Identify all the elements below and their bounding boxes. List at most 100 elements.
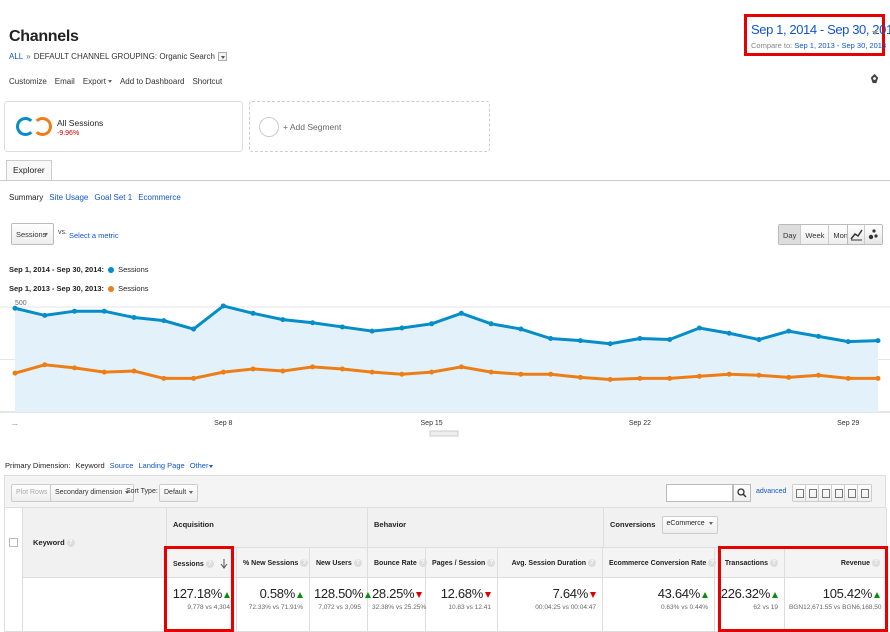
search-icon xyxy=(737,488,747,498)
performance-view-icon[interactable] xyxy=(819,485,832,501)
chevron-down-icon xyxy=(189,490,194,494)
series-current-point xyxy=(72,308,78,314)
sessions-chart[interactable]: 500250...Sep 8Sep 15Sep 22Sep 29 xyxy=(0,297,890,437)
column-header-new-users[interactable]: New Users? xyxy=(310,548,368,578)
trend-down-icon xyxy=(590,591,596,598)
total-comparison-detail: 32.38% vs 25.25% xyxy=(372,604,427,611)
date-range-picker[interactable]: Sep 1, 2014 - Sep 30, 2014 Compare to: S… xyxy=(744,14,890,56)
column-header-bounce-rate[interactable]: Bounce Rate? xyxy=(368,548,427,578)
export-button[interactable]: Export xyxy=(83,77,112,86)
sort-type-dropdown[interactable]: Default xyxy=(159,484,199,502)
total-change-number: 28.25% xyxy=(372,586,415,601)
advanced-filter-link[interactable]: advanced xyxy=(756,488,786,495)
granularity-day-button[interactable]: Day xyxy=(779,225,802,244)
percentage-view-icon[interactable] xyxy=(806,485,819,501)
series-previous-point xyxy=(12,370,18,376)
pivot-view-icon[interactable] xyxy=(858,485,871,501)
column-header-label: Transactions xyxy=(724,559,768,567)
trend-up-icon xyxy=(224,591,230,598)
search-button[interactable] xyxy=(733,484,751,502)
customize-button[interactable]: Customize xyxy=(9,77,47,86)
series-current-point xyxy=(786,328,792,334)
primary-dimension-landing-page[interactable]: Landing Page xyxy=(138,461,184,470)
grouping-dropdown-icon[interactable] xyxy=(217,52,227,61)
column-header-transactions[interactable]: Transactions? xyxy=(715,548,785,578)
column-header-new-sessions-pct[interactable]: % New Sessions? xyxy=(237,548,310,578)
total-comparison-detail: 9,778 vs 4,304 xyxy=(187,604,230,611)
primary-dimension-label: Primary Dimension: xyxy=(5,461,71,470)
help-icon: ? xyxy=(205,560,214,568)
series-current-point xyxy=(696,325,702,331)
metric-dropdown[interactable]: Sessions xyxy=(11,223,54,245)
help-icon: ? xyxy=(872,559,880,567)
breadcrumb-separator: » xyxy=(26,52,31,61)
column-header-avg-session-duration[interactable]: Avg. Session Duration? xyxy=(498,548,603,578)
legend-current-metric: Sessions xyxy=(118,265,149,274)
total-change-number: 12.68% xyxy=(440,586,484,601)
help-icon: ? xyxy=(66,539,75,548)
user-settings-icon[interactable] xyxy=(869,73,880,84)
add-to-dashboard-button[interactable]: Add to Dashboard xyxy=(120,77,185,86)
subtab-site-usage[interactable]: Site Usage xyxy=(49,193,88,202)
series-previous-point xyxy=(488,369,494,375)
subtab-ecommerce[interactable]: Ecommerce xyxy=(138,193,181,202)
trend-up-icon xyxy=(297,591,303,598)
breadcrumb: ALL » DEFAULT CHANNEL GROUPING: Organic … xyxy=(9,52,227,61)
series-current-point xyxy=(577,338,583,344)
series-current-point xyxy=(191,326,197,332)
series-previous-point xyxy=(458,364,464,370)
tab-divider xyxy=(0,180,890,181)
select-metric-link[interactable]: Select a metric xyxy=(69,231,119,240)
add-segment-button[interactable]: + Add Segment xyxy=(249,101,490,152)
total-cell-bounce-rate: 28.25% 32.38% vs 25.25% xyxy=(368,578,426,632)
group-behavior: Behavior xyxy=(368,508,604,548)
data-table-view-icon[interactable] xyxy=(793,485,806,501)
granularity-week-button[interactable]: Week xyxy=(801,225,830,244)
keyword-header[interactable]: Keyword? xyxy=(33,538,75,548)
compare-value: Sep 1, 2013 - Sep 30, 2013 xyxy=(794,41,887,50)
tab-explorer[interactable]: Explorer xyxy=(6,160,52,180)
x-tick-label: Sep 29 xyxy=(837,420,859,427)
breadcrumb-all-link[interactable]: ALL xyxy=(9,52,23,61)
email-button[interactable]: Email xyxy=(55,77,75,86)
term-cloud-view-icon[interactable] xyxy=(845,485,858,501)
trend-up-icon xyxy=(772,591,778,598)
motion-chart-button[interactable] xyxy=(865,225,882,244)
trend-down-icon xyxy=(485,591,491,598)
column-header-sessions[interactable]: Sessions? xyxy=(167,548,237,578)
series-previous-point xyxy=(161,375,167,381)
chevron-down-icon xyxy=(107,80,112,84)
column-header-pages-per-session[interactable]: Pages / Session? xyxy=(426,548,498,578)
series-current-point xyxy=(250,310,256,316)
table-search-input[interactable] xyxy=(666,484,733,502)
series-current-point xyxy=(458,310,464,316)
total-change-number: 7.64% xyxy=(552,586,589,601)
series-current-point xyxy=(845,339,851,345)
subtab-summary[interactable]: Summary xyxy=(9,193,43,202)
column-header-ecommerce-conversion-rate[interactable]: Ecommerce Conversion Rate? xyxy=(603,548,717,578)
add-segment-label: + Add Segment xyxy=(283,122,342,132)
plot-rows-button[interactable]: Plot Rows xyxy=(11,484,53,502)
segment-all-sessions[interactable]: All Sessions -9.96% xyxy=(4,101,243,152)
total-comparison-detail: 00:04:25 vs 00:04:47 xyxy=(535,604,596,611)
series-previous-point xyxy=(101,369,107,375)
series-previous-point xyxy=(191,375,197,381)
checkbox-column xyxy=(5,508,23,632)
series-current-point xyxy=(42,312,48,318)
secondary-dimension-dropdown[interactable]: Secondary dimension xyxy=(50,484,135,502)
primary-dimension-other[interactable]: Other xyxy=(190,461,214,470)
select-all-checkbox[interactable] xyxy=(9,538,18,547)
shortcut-button[interactable]: Shortcut xyxy=(192,77,222,86)
line-chart-button[interactable] xyxy=(848,225,865,244)
subtab-goal-set-1[interactable]: Goal Set 1 xyxy=(94,193,132,202)
total-comparison-detail: 10.83 vs 12.41 xyxy=(448,604,491,611)
column-header-revenue[interactable]: Revenue? xyxy=(785,548,887,578)
series-previous-point xyxy=(399,371,405,377)
primary-dimension-source[interactable]: Source xyxy=(110,461,134,470)
column-header-label: Sessions xyxy=(173,560,204,568)
series-current-point xyxy=(339,324,345,330)
chevron-down-icon xyxy=(209,464,214,468)
total-cell-sessions: 127.18% 9,778 vs 4,304 xyxy=(167,578,237,632)
comparison-view-icon[interactable] xyxy=(832,485,845,501)
conversions-goal-dropdown[interactable]: eCommerce xyxy=(661,516,718,534)
